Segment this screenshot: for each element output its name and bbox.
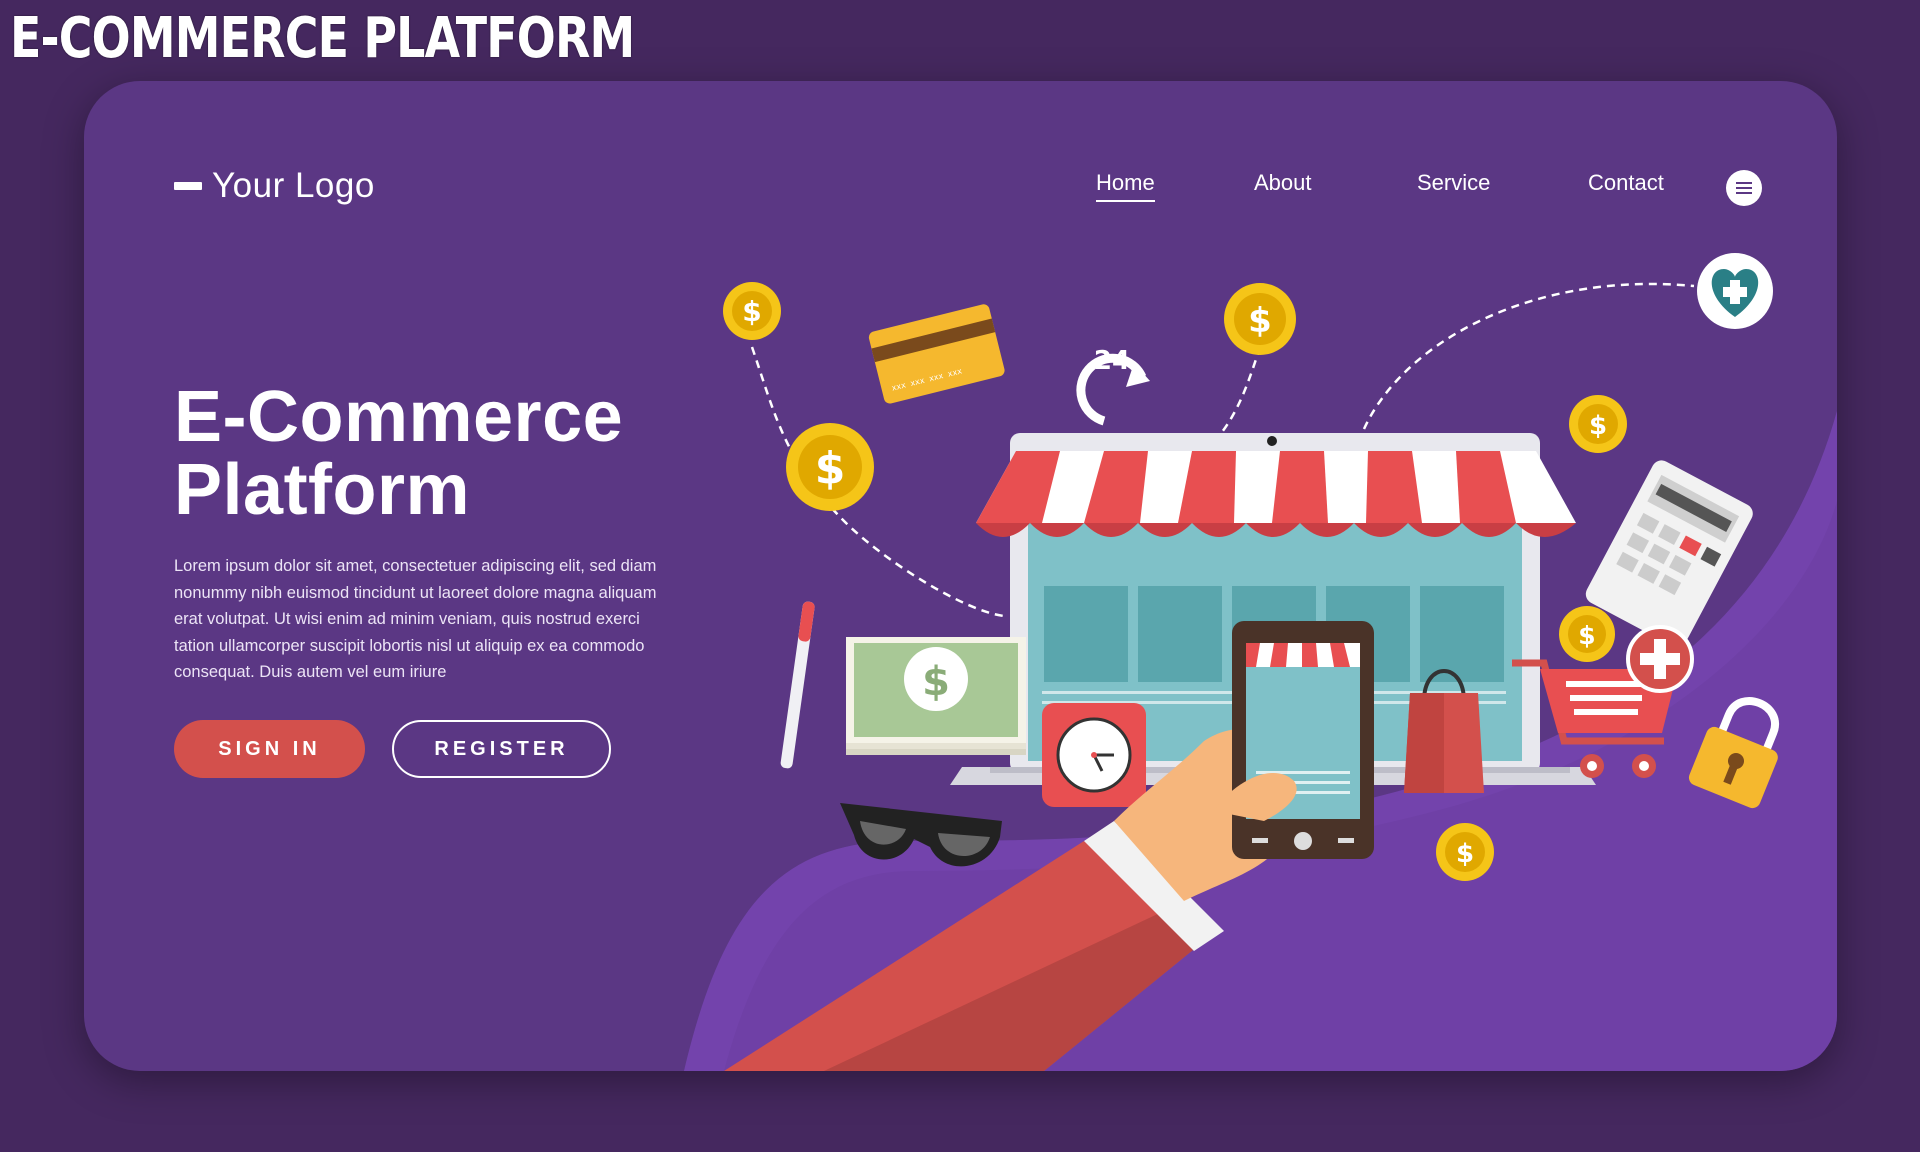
pen-icon bbox=[780, 601, 815, 769]
banknote-symbol: $ bbox=[922, 659, 950, 705]
dashed-path-right bbox=[1362, 282, 1695, 430]
coin-symbol: $ bbox=[1456, 839, 1474, 869]
dollar-coin-icon: $ bbox=[786, 423, 874, 511]
24-hour-icon: 24 bbox=[1076, 346, 1150, 426]
clock-icon bbox=[1042, 703, 1146, 807]
coin-symbol: $ bbox=[1248, 301, 1272, 341]
sunglasses-icon bbox=[840, 803, 1002, 867]
credit-card-icon: xxx xxx xxx xxx bbox=[868, 304, 1005, 404]
dollar-coin-icon: $ bbox=[723, 282, 781, 340]
smartphone-icon bbox=[1232, 621, 1374, 859]
coin-symbol: $ bbox=[1578, 621, 1595, 650]
coin-symbol: $ bbox=[815, 443, 846, 494]
health-shield-icon bbox=[1697, 253, 1773, 329]
banner-title: E-COMMERCE PLATFORM bbox=[10, 6, 635, 71]
banknote-icon: $ bbox=[846, 637, 1026, 755]
dollar-coin-icon: $ bbox=[1436, 823, 1494, 881]
ecommerce-illustration: $ $ $ $ $ $ xxx xxx xxx xxx 24 $ bbox=[723, 253, 1779, 1071]
coin-symbol: $ bbox=[1589, 411, 1607, 441]
padlock-icon bbox=[1688, 697, 1779, 809]
dollar-coin-icon: $ bbox=[1224, 283, 1296, 355]
dashed-path-middle bbox=[1218, 346, 1262, 437]
coin-symbol: $ bbox=[742, 295, 761, 328]
dollar-coin-icon: $ bbox=[1569, 395, 1627, 453]
landing-page-card: Your Logo Home About Service Contact E-C… bbox=[84, 81, 1837, 1071]
badge-24-text: 24 bbox=[1094, 346, 1130, 376]
dollar-coin-icon: $ bbox=[1559, 606, 1615, 662]
